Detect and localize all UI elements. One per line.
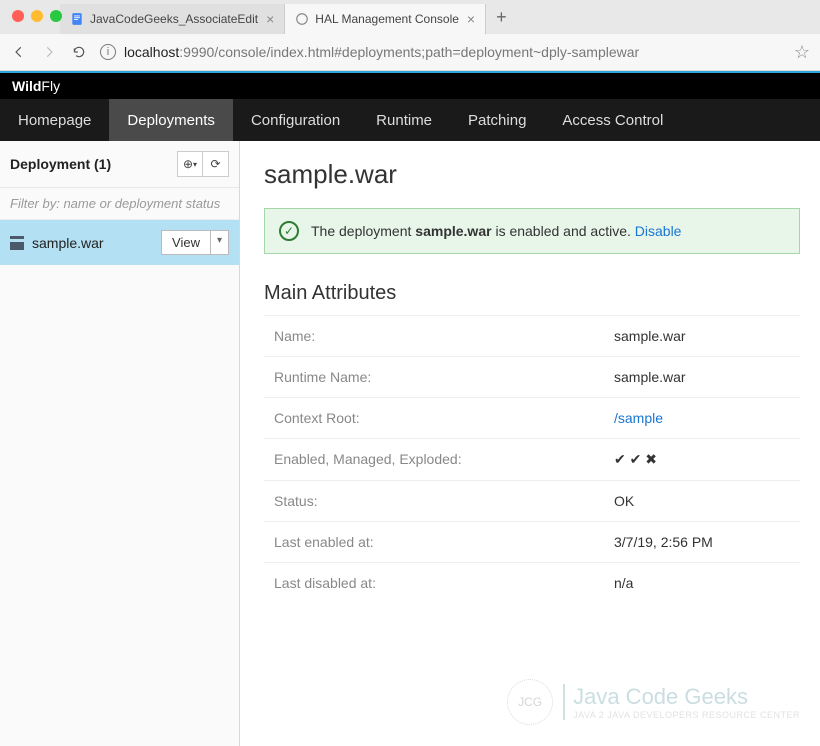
attr-value: 3/7/19, 2:56 PM xyxy=(614,534,713,550)
tab-close-icon[interactable]: × xyxy=(467,11,475,27)
browser-tab-title: JavaCodeGeeks_AssociateEdit xyxy=(90,12,258,26)
watermark-badge: JCG xyxy=(507,679,553,725)
attr-value: OK xyxy=(614,493,634,509)
filter-input[interactable]: Filter by: name or deployment status xyxy=(0,188,239,220)
address-bar[interactable]: i localhost:9990/console/index.html#depl… xyxy=(100,44,782,60)
alert-text: The deployment sample.war is enabled and… xyxy=(311,223,681,239)
brand-logo[interactable]: WildFly xyxy=(12,78,60,94)
nav-runtime[interactable]: Runtime xyxy=(358,99,450,141)
attr-label: Status: xyxy=(274,493,614,509)
url-path: :9990/console/index.html#deployments;pat… xyxy=(179,44,639,60)
add-deployment-button[interactable]: ⊕▾ xyxy=(177,151,203,177)
refresh-button[interactable]: ⟳ xyxy=(203,151,229,177)
site-info-icon[interactable]: i xyxy=(100,44,116,60)
sidebar-header: Deployment (1) ⊕▾ ⟳ xyxy=(0,141,239,188)
nav-patching[interactable]: Patching xyxy=(450,99,544,141)
window-close-button[interactable] xyxy=(12,10,24,22)
deployment-list-item[interactable]: sample.war View ▾ xyxy=(0,220,239,265)
url-host: localhost xyxy=(124,44,179,60)
reload-button[interactable] xyxy=(70,43,88,61)
sidebar-tools: ⊕▾ ⟳ xyxy=(177,151,229,177)
attr-row-context-root: Context Root: /sample xyxy=(264,397,800,438)
section-title: Main Attributes xyxy=(264,282,800,305)
main-nav: Homepage Deployments Configuration Runti… xyxy=(0,99,820,141)
sidebar-title: Deployment (1) xyxy=(10,156,111,172)
console-favicon-icon xyxy=(295,12,309,26)
archive-icon xyxy=(10,236,24,250)
attr-label: Last disabled at: xyxy=(274,575,614,591)
attr-row-flags: Enabled, Managed, Exploded: ✔ ✔ ✖ xyxy=(264,438,800,480)
watermark: JCG Java Code Geeks JAVA 2 JAVA DEVELOPE… xyxy=(507,679,800,725)
check-circle-icon: ✓ xyxy=(279,221,299,241)
tab-close-icon[interactable]: × xyxy=(266,11,274,27)
view-button-group: View ▾ xyxy=(161,230,229,255)
window-maximize-button[interactable] xyxy=(50,10,62,22)
docs-favicon-icon xyxy=(70,12,84,26)
attr-value: sample.war xyxy=(614,369,686,385)
nav-access-control[interactable]: Access Control xyxy=(544,99,681,141)
brand-bar: WildFly xyxy=(0,71,820,99)
bookmark-star-icon[interactable]: ☆ xyxy=(794,42,810,63)
attr-value: sample.war xyxy=(614,328,686,344)
window-minimize-button[interactable] xyxy=(31,10,43,22)
nav-homepage[interactable]: Homepage xyxy=(0,99,109,141)
browser-nav-bar: i localhost:9990/console/index.html#depl… xyxy=(0,34,820,70)
app-body: Deployment (1) ⊕▾ ⟳ Filter by: name or d… xyxy=(0,141,820,746)
attr-value: ✔ ✔ ✖ xyxy=(614,451,657,468)
disable-link[interactable]: Disable xyxy=(635,223,682,239)
deployment-name: sample.war xyxy=(32,235,104,251)
attr-row-runtime-name: Runtime Name: sample.war xyxy=(264,356,800,397)
context-root-link[interactable]: /sample xyxy=(614,410,663,426)
browser-tab[interactable]: JavaCodeGeeks_AssociateEdit × xyxy=(60,4,285,34)
attr-value: n/a xyxy=(614,575,633,591)
attr-label: Runtime Name: xyxy=(274,369,614,385)
browser-chrome: JavaCodeGeeks_AssociateEdit × HAL Manage… xyxy=(0,0,820,71)
browser-tab-bar: JavaCodeGeeks_AssociateEdit × HAL Manage… xyxy=(0,0,820,34)
watermark-main: Java Code Geeks xyxy=(573,684,800,710)
window-controls xyxy=(12,10,62,22)
view-dropdown-toggle[interactable]: ▾ xyxy=(211,230,229,255)
browser-tab-active[interactable]: HAL Management Console × xyxy=(285,4,486,34)
attr-row-last-enabled: Last enabled at: 3/7/19, 2:56 PM xyxy=(264,521,800,562)
nav-configuration[interactable]: Configuration xyxy=(233,99,358,141)
browser-tab-title: HAL Management Console xyxy=(315,12,459,26)
attr-row-name: Name: sample.war xyxy=(264,315,800,356)
attributes-table: Name: sample.war Runtime Name: sample.wa… xyxy=(264,315,800,603)
attr-row-last-disabled: Last disabled at: n/a xyxy=(264,562,800,603)
attr-label: Context Root: xyxy=(274,410,614,426)
content-area: sample.war ✓ The deployment sample.war i… xyxy=(240,141,820,746)
attr-label: Last enabled at: xyxy=(274,534,614,550)
new-tab-button[interactable]: + xyxy=(486,7,517,28)
page-title: sample.war xyxy=(264,159,800,190)
status-alert: ✓ The deployment sample.war is enabled a… xyxy=(264,208,800,254)
attr-label: Enabled, Managed, Exploded: xyxy=(274,451,614,468)
attr-label: Name: xyxy=(274,328,614,344)
nav-deployments[interactable]: Deployments xyxy=(109,99,233,141)
view-button[interactable]: View xyxy=(161,230,211,255)
attr-row-status: Status: OK xyxy=(264,480,800,521)
sidebar: Deployment (1) ⊕▾ ⟳ Filter by: name or d… xyxy=(0,141,240,746)
watermark-sub: JAVA 2 JAVA DEVELOPERS RESOURCE CENTER xyxy=(573,710,800,720)
back-button[interactable] xyxy=(10,43,28,61)
forward-button[interactable] xyxy=(40,43,58,61)
